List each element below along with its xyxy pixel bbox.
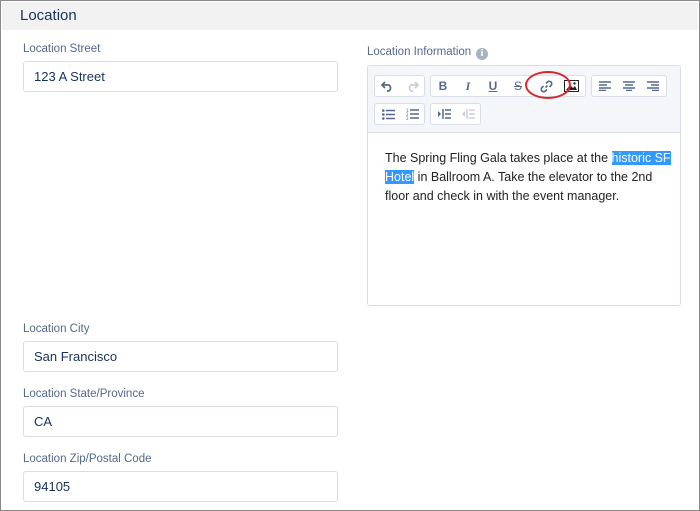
strikethrough-icon[interactable]: S (506, 76, 530, 96)
info-icon[interactable]: i (476, 48, 488, 60)
section-header: Location (2, 2, 698, 30)
zip-label: Location Zip/Postal Code (23, 453, 152, 465)
svg-text:3: 3 (406, 116, 409, 120)
section-title: Location (20, 7, 77, 24)
undo-icon[interactable] (376, 76, 400, 96)
city-label: Location City (23, 323, 90, 335)
city-input[interactable]: San Francisco (23, 341, 338, 372)
location-info-label: Location Information (367, 46, 472, 58)
street-input[interactable]: 123 A Street (23, 61, 338, 92)
align-right-icon[interactable] (641, 76, 665, 96)
rich-text-editor: B I U S 1 2 3 The Spring Fling Gala take… (367, 65, 681, 306)
street-label: Location Street (23, 43, 101, 55)
bulleted-list-icon[interactable] (376, 104, 400, 124)
image-icon[interactable] (559, 76, 583, 96)
state-input[interactable]: CA (23, 406, 338, 437)
history-group (374, 75, 425, 97)
align-center-icon[interactable] (617, 76, 641, 96)
italic-icon[interactable]: I (456, 76, 480, 96)
redo-icon[interactable] (400, 76, 424, 96)
align-group (591, 75, 667, 97)
state-label: Location State/Province (23, 388, 145, 400)
zip-input[interactable]: 94105 (23, 471, 338, 502)
underline-icon[interactable]: U (481, 76, 505, 96)
numbered-list-icon[interactable]: 123 (400, 104, 424, 124)
bold-icon[interactable]: B (431, 76, 455, 96)
list-group: 123 (374, 103, 425, 125)
format-group: B I U S (430, 75, 586, 97)
align-left-icon[interactable] (593, 76, 617, 96)
indent-group (430, 103, 481, 125)
content-text-before: The Spring Fling Gala takes place at the (385, 151, 612, 165)
indent-icon[interactable] (432, 104, 456, 124)
content-text-after: in Ballroom A. Take the elevator to the … (385, 170, 653, 203)
outdent-icon[interactable] (456, 104, 480, 124)
editor-content[interactable]: The Spring Fling Gala takes place at the… (385, 149, 675, 206)
link-icon[interactable] (534, 76, 558, 96)
editor-toolbar: B I U S 1 2 3 (368, 66, 680, 133)
location-section: Location Location Street 123 A Street Lo… (0, 0, 700, 511)
